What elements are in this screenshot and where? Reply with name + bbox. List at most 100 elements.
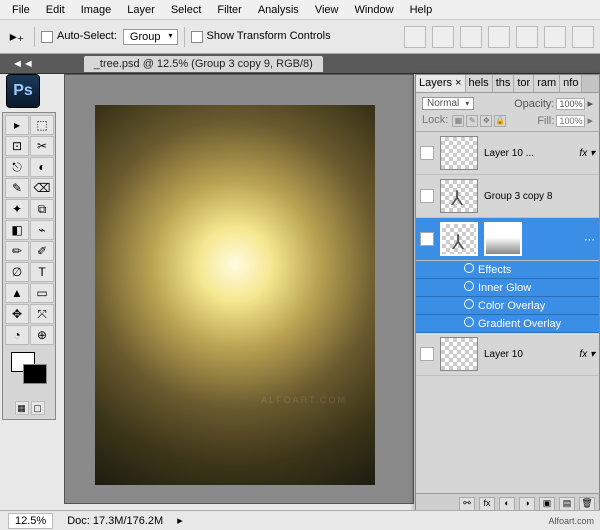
layer-row[interactable]: ⅄ Group 3 copy 8 [416, 175, 599, 218]
tool-lasso[interactable]: ⊡ [5, 136, 29, 156]
tool-extra[interactable]: ⊕ [30, 325, 54, 345]
tree-icon: ⅄ [452, 230, 464, 255]
new-group-icon[interactable]: ▣ [539, 497, 555, 511]
effect-item[interactable]: Color Overlay [416, 297, 599, 315]
visibility-toggle[interactable] [420, 232, 434, 246]
effect-item[interactable]: Gradient Overlay [416, 315, 599, 333]
tool-rotate[interactable]: ⤧ [30, 304, 54, 324]
tab-layers[interactable]: Layers × [416, 75, 466, 92]
layer-fx-indicator[interactable]: fx ▾ [579, 148, 595, 159]
link-layers-icon[interactable]: ⚯ [459, 497, 475, 511]
tool-blur[interactable]: ✏ [5, 241, 29, 261]
add-mask-icon[interactable]: ◐ [499, 497, 515, 511]
blend-mode-dropdown[interactable]: Normal [422, 97, 474, 110]
layer-thumbnail[interactable] [440, 136, 478, 170]
canvas-area[interactable]: ALFOART.COM [64, 74, 414, 504]
eye-icon[interactable] [464, 281, 474, 291]
effect-item[interactable]: Inner Glow [416, 279, 599, 297]
tool-healing[interactable]: ✎ [5, 178, 29, 198]
move-tool-icon: ▸₊ [6, 28, 28, 46]
transform-checkbox[interactable]: Show Transform Controls [191, 30, 331, 42]
trash-icon[interactable]: 🗑 [579, 497, 595, 511]
tool-marquee[interactable]: ⬚ [30, 115, 54, 135]
align-button-2[interactable] [432, 26, 454, 48]
menu-edit[interactable]: Edit [38, 2, 73, 18]
layer-name[interactable]: Group 3 copy 8 [484, 191, 595, 202]
tab-histogram[interactable]: ram [534, 75, 560, 92]
tool-history[interactable]: ⧉ [30, 199, 54, 219]
document-tab[interactable]: _tree.psd @ 12.5% (Group 3 copy 9, RGB/8… [84, 56, 323, 72]
menu-select[interactable]: Select [163, 2, 210, 18]
menu-file[interactable]: File [4, 2, 38, 18]
layer-row-selected[interactable]: ⅄ ⋯ [416, 218, 599, 261]
auto-select-dropdown[interactable]: Group [123, 29, 178, 45]
tool-type[interactable]: T [30, 262, 54, 282]
page-credit: Alfoart.com [548, 516, 594, 526]
align-button-6[interactable] [544, 26, 566, 48]
visibility-toggle[interactable] [420, 189, 434, 203]
tool-move[interactable]: ▸ [5, 115, 29, 135]
tool-wand[interactable]: ✂ [30, 136, 54, 156]
opacity-field[interactable]: 100% [556, 98, 585, 110]
visibility-toggle[interactable] [420, 347, 434, 361]
background-color[interactable] [23, 364, 47, 384]
visibility-toggle[interactable] [420, 146, 434, 160]
tool-stamp[interactable]: ✦ [5, 199, 29, 219]
layer-mask-thumbnail[interactable] [484, 222, 522, 256]
screenmode-icon[interactable]: ▢ [31, 401, 45, 415]
tool-eyedropper[interactable]: ◐ [30, 157, 54, 177]
color-swatches[interactable] [5, 348, 54, 398]
align-button-1[interactable] [404, 26, 426, 48]
tool-pen[interactable]: ∅ [5, 262, 29, 282]
tool-zoom[interactable]: ◔ [5, 325, 29, 345]
layer-thumbnail[interactable] [440, 337, 478, 371]
menu-layer[interactable]: Layer [119, 2, 163, 18]
align-button-4[interactable] [488, 26, 510, 48]
quickmask-icon[interactable]: ▦ [15, 401, 29, 415]
tool-shape[interactable]: ▭ [30, 283, 54, 303]
tool-path[interactable]: ▲ [5, 283, 29, 303]
adjustment-layer-icon[interactable]: ◑ [519, 497, 535, 511]
tab-channels[interactable]: hels [466, 75, 493, 92]
menu-view[interactable]: View [307, 2, 347, 18]
eye-icon[interactable] [464, 263, 474, 273]
tool-eraser[interactable]: ◧ [5, 220, 29, 240]
tool-hand[interactable]: ✥ [5, 304, 29, 324]
lock-position-icon[interactable]: ✥ [480, 115, 492, 127]
effects-header[interactable]: Effects [416, 261, 599, 279]
layer-thumbnail[interactable]: ⅄ [440, 222, 478, 256]
tool-crop[interactable]: ⎋ [5, 157, 29, 177]
tool-dodge[interactable]: ✐ [30, 241, 54, 261]
more-icon[interactable]: ⋯ [584, 233, 595, 246]
menu-filter[interactable]: Filter [209, 2, 249, 18]
tab-navigator[interactable]: tor [514, 75, 534, 92]
menu-image[interactable]: Image [73, 2, 120, 18]
layer-fx-indicator[interactable]: fx ▾ [579, 349, 595, 360]
eye-icon[interactable] [464, 299, 474, 309]
lock-all-icon[interactable]: 🔒 [494, 115, 506, 127]
menu-window[interactable]: Window [346, 2, 401, 18]
layer-name[interactable]: Layer 10 ... [484, 148, 573, 159]
add-fx-icon[interactable]: fx [479, 497, 495, 511]
zoom-field[interactable]: 12.5% [8, 513, 53, 529]
auto-select-checkbox[interactable]: Auto-Select: [41, 30, 117, 42]
tab-paths[interactable]: ths [493, 75, 515, 92]
tab-info[interactable]: nfo [560, 75, 582, 92]
align-button-5[interactable] [516, 26, 538, 48]
layer-row[interactable]: Layer 10 ... fx ▾ [416, 132, 599, 175]
tabstrip-handle-icon[interactable]: ◄◄ [12, 58, 34, 70]
lock-pixels-icon[interactable]: ✎ [466, 115, 478, 127]
tool-gradient[interactable]: ⌁ [30, 220, 54, 240]
tool-brush[interactable]: ⌫ [30, 178, 54, 198]
lock-transparency-icon[interactable]: ▦ [452, 115, 464, 127]
new-layer-icon[interactable]: ▤ [559, 497, 575, 511]
layer-name[interactable]: Layer 10 [484, 349, 573, 360]
fill-field[interactable]: 100% [556, 115, 585, 127]
layer-thumbnail[interactable]: ⅄ [440, 179, 478, 213]
layer-row[interactable]: Layer 10 fx ▾ [416, 333, 599, 376]
align-button-3[interactable] [460, 26, 482, 48]
eye-icon[interactable] [464, 317, 474, 327]
menu-help[interactable]: Help [402, 2, 441, 18]
menu-analysis[interactable]: Analysis [250, 2, 307, 18]
align-button-7[interactable] [572, 26, 594, 48]
